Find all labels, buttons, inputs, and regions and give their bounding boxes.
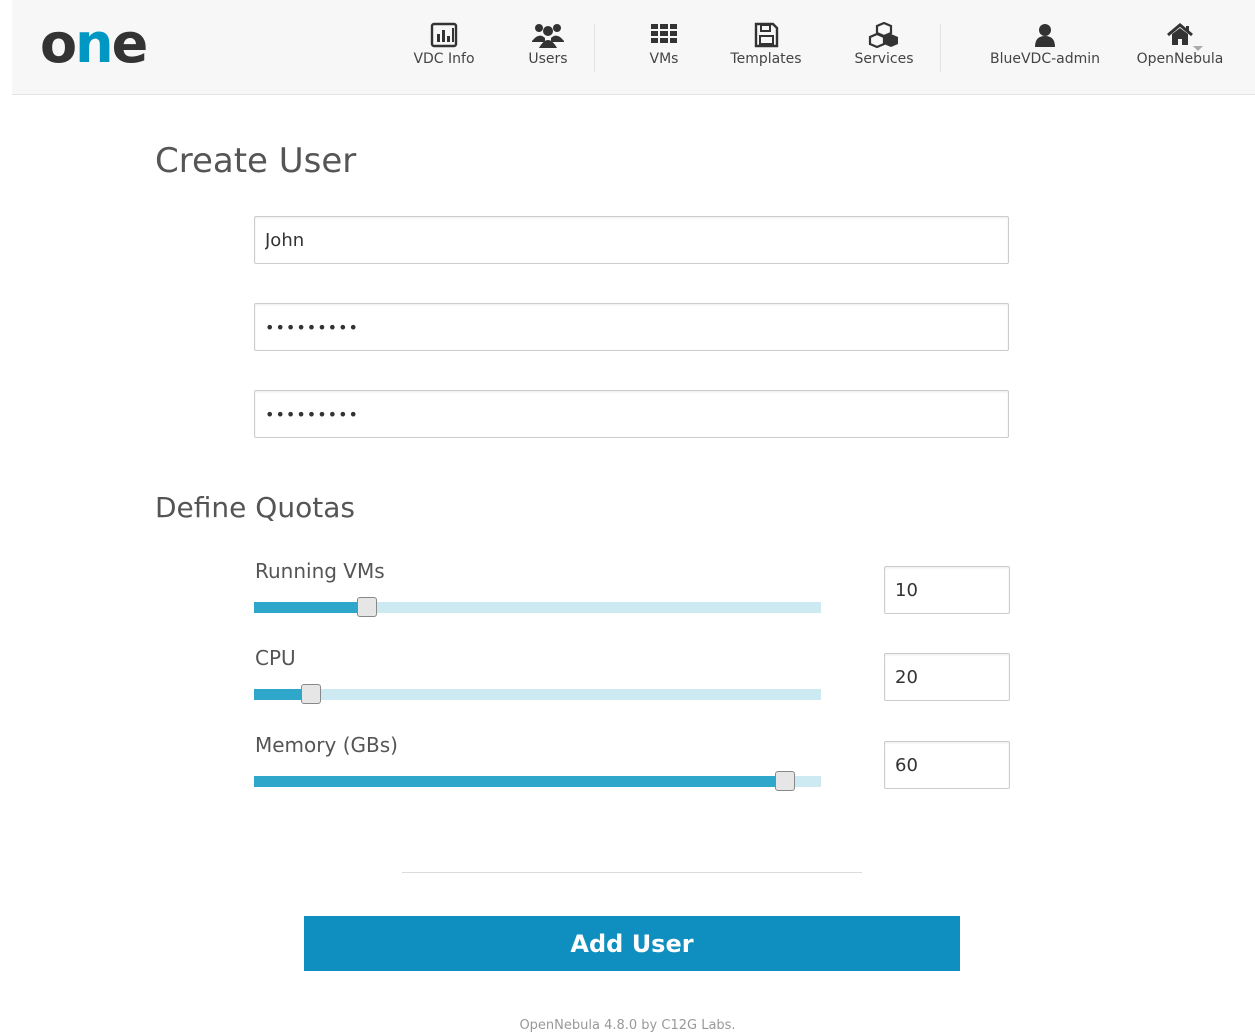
cpu-slider[interactable] <box>254 684 821 704</box>
slider-handle[interactable] <box>357 597 378 617</box>
slider-handle[interactable] <box>775 771 796 791</box>
memory-label: Memory (GBs) <box>255 733 398 757</box>
nav-label: VMs <box>649 51 679 67</box>
running-vms-input[interactable] <box>884 566 1010 614</box>
nav-separator <box>940 24 941 72</box>
nav-separator <box>594 24 595 72</box>
opennebula-logo[interactable]: one <box>40 12 148 76</box>
running-vms-slider[interactable] <box>254 597 821 617</box>
nav-zone[interactable]: OpenNebula <box>1128 22 1232 67</box>
footer-text: OpenNebula 4.8.0 by C12G Labs. <box>519 1018 736 1033</box>
nav-templates[interactable]: Templates <box>716 22 816 67</box>
add-user-button[interactable]: Add User <box>304 916 960 971</box>
nav-vms[interactable]: VMs <box>624 22 704 67</box>
divider <box>402 872 862 873</box>
memory-input[interactable] <box>884 741 1010 789</box>
memory-slider[interactable] <box>254 771 821 791</box>
quotas-title: Define Quotas <box>155 491 355 524</box>
password-input[interactable] <box>254 303 1009 351</box>
cpu-input[interactable] <box>884 653 1010 701</box>
home-icon <box>1167 23 1193 45</box>
nav-services[interactable]: Services <box>839 22 929 67</box>
slider-fill <box>254 776 786 787</box>
top-bar: one VDC Info Users VMs Templates Service… <box>12 0 1255 95</box>
cubes-icon <box>868 22 898 48</box>
nav-user-account[interactable]: BlueVDC-admin <box>980 22 1110 67</box>
nav-users[interactable]: Users <box>506 22 590 67</box>
nav-label: OpenNebula <box>1136 51 1224 67</box>
nav-vdc-info[interactable]: VDC Info <box>402 22 486 67</box>
slider-handle[interactable] <box>300 684 321 704</box>
grid-icon <box>651 24 677 43</box>
nav-label: BlueVDC-admin <box>989 51 1101 67</box>
nav-label: Templates <box>730 51 802 67</box>
running-vms-label: Running VMs <box>255 559 385 583</box>
user-icon <box>1035 24 1055 47</box>
floppy-disk-icon <box>754 22 779 48</box>
page-title: Create User <box>155 141 357 181</box>
bar-chart-icon <box>430 22 458 48</box>
chevron-down-icon <box>1193 46 1203 51</box>
username-input[interactable] <box>254 216 1009 264</box>
slider-fill <box>254 602 368 613</box>
confirm-password-input[interactable] <box>254 390 1009 438</box>
nav-label: Users <box>528 51 568 67</box>
cpu-label: CPU <box>255 646 296 670</box>
nav-label: Services <box>854 51 914 67</box>
nav-label: VDC Info <box>413 51 475 67</box>
users-icon <box>532 24 564 48</box>
